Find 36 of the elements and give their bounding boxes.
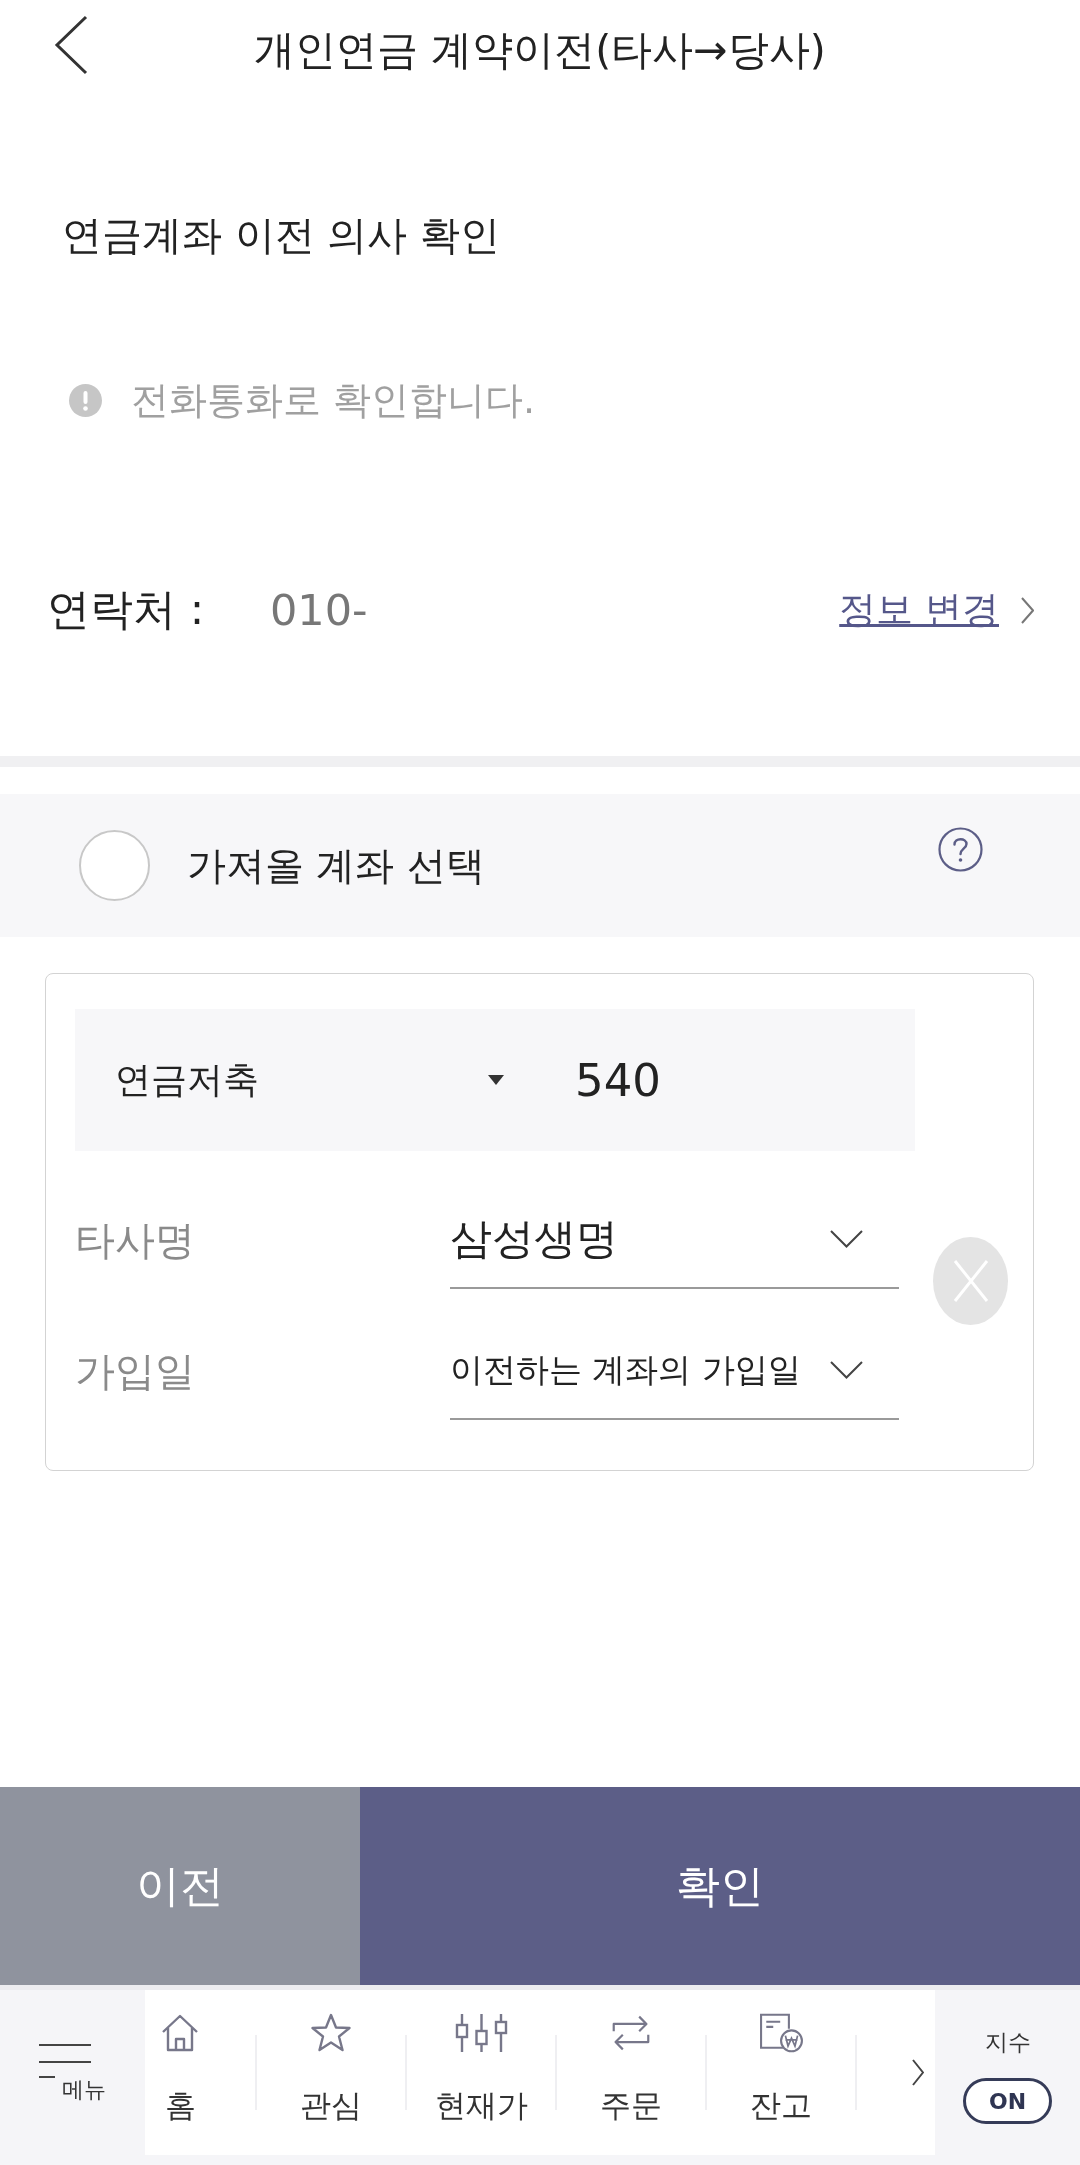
nav-tab[interactable]: 잔고 — [707, 1990, 855, 2155]
confirm-button[interactable]: 확인 — [360, 1787, 1080, 1985]
nav-tab[interactable]: 관심 — [257, 1990, 405, 2155]
select-field[interactable]: 삼성생명 — [450, 1209, 899, 1289]
menu-icon — [39, 2044, 91, 2078]
nav-tab[interactable]: 홈 — [145, 1990, 255, 2155]
field-label: 가입일 — [75, 1347, 196, 1396]
nav-tab[interactable]: 현재가 — [407, 1990, 555, 2155]
swap-arrows-icon — [610, 2013, 652, 2053]
change-info-link[interactable]: 정보 변경 — [839, 585, 999, 635]
home-icon — [160, 2013, 200, 2053]
notice-text: 전화통화로 확인합니다. — [131, 376, 536, 424]
chevron-right-icon[interactable] — [912, 2059, 924, 2086]
field-label: 타사명 — [75, 1216, 196, 1265]
back-icon[interactable] — [54, 15, 88, 75]
help-icon[interactable] — [938, 827, 983, 872]
account-type-dropdown[interactable]: 연금저축 — [75, 1009, 520, 1151]
index-toggle[interactable]: ON — [963, 2078, 1052, 2124]
caret-icon — [488, 1075, 504, 1085]
contact-label: 연락처 : — [47, 583, 206, 636]
star-icon — [311, 2013, 351, 2053]
candlestick-icon — [453, 2013, 509, 2053]
chevron-down-icon — [830, 1230, 863, 1248]
chevron-down-icon — [830, 1361, 863, 1379]
section-title: 연금계좌 이전 의사 확인 — [62, 211, 501, 260]
close-icon — [952, 1259, 989, 1303]
select-field[interactable]: 이전하는 계좌의 가입일 — [450, 1340, 899, 1420]
phone-number: 010- — [270, 585, 368, 635]
account-select-label: 가져올 계좌 선택 — [187, 841, 485, 890]
index-label: 지수 — [984, 2029, 1031, 2055]
page-title: 개인연금 계약이전(타사→당사) — [253, 24, 827, 76]
chevron-right-icon[interactable] — [1021, 596, 1034, 624]
nav-tab[interactable]: 주문 — [557, 1990, 705, 2155]
account-number: 540 — [575, 1053, 661, 1107]
exclamation-icon — [69, 383, 102, 417]
menu-button[interactable]: 메뉴 — [0, 1990, 145, 2155]
